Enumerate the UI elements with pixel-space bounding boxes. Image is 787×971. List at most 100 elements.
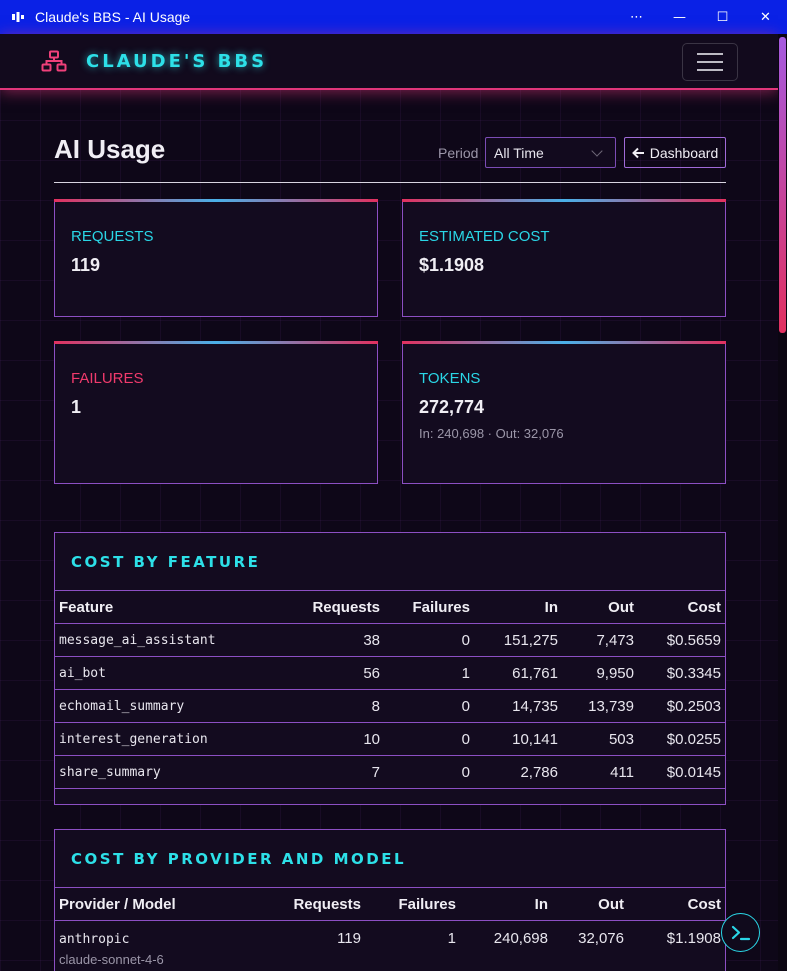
close-button[interactable]: ✕ (744, 0, 787, 34)
failures-cell: 0 (384, 689, 474, 723)
column-header: Requests (280, 590, 384, 624)
cost-cell: $0.2503 (638, 689, 725, 723)
app-icon (11, 11, 25, 23)
table-row: share_summary 7 0 2,786 411 $0.0145 (55, 755, 725, 789)
provider-name: anthropic (59, 932, 130, 947)
column-header: Feature (55, 590, 280, 624)
failures-cell: 0 (384, 755, 474, 789)
column-header: Out (552, 887, 628, 921)
cost-by-provider-title: COST BY PROVIDER AND MODEL (71, 850, 407, 868)
column-header: Provider / Model (55, 887, 265, 921)
table-header-row: Feature Requests Failures In Out Cost (55, 590, 725, 624)
column-header: Cost (628, 887, 725, 921)
in-cell: 61,761 (474, 656, 562, 690)
dashboard-button[interactable]: Dashboard (624, 137, 726, 168)
estimated-cost-label: ESTIMATED COST (419, 228, 550, 245)
failures-cell: 0 (384, 623, 474, 657)
arrow-left-icon (631, 147, 644, 158)
failures-cell: 1 (365, 920, 460, 971)
column-header: Out (562, 590, 638, 624)
table-row: echomail_summary 8 0 14,735 13,739 $0.25… (55, 689, 725, 723)
provider-cell: anthropic claude-sonnet-4-6 (55, 920, 265, 971)
out-cell: 7,473 (562, 623, 638, 657)
header-divider (54, 182, 726, 183)
feature-cell: ai_bot (55, 656, 280, 690)
table-row: message_ai_assistant 38 0 151,275 7,473 … (55, 623, 725, 657)
requests-cell: 8 (280, 689, 384, 723)
network-icon[interactable] (41, 50, 67, 72)
requests-cell: 7 (280, 755, 384, 789)
in-cell: 14,735 (474, 689, 562, 723)
tokens-label: TOKENS (419, 370, 481, 387)
maximize-button[interactable]: ☐ (701, 0, 744, 34)
cost-cell: $1.1908 (628, 920, 725, 971)
more-options-button[interactable]: ⋯ (615, 0, 658, 34)
requests-cell: 119 (265, 920, 365, 971)
cost-by-provider-table: Provider / Model Requests Failures In Ou… (55, 887, 725, 971)
minimize-button[interactable]: — (658, 0, 701, 34)
column-header: In (460, 887, 552, 921)
cost-cell: $0.5659 (638, 623, 725, 657)
chevron-down-icon (591, 145, 603, 157)
table-row: ai_bot 56 1 61,761 9,950 $0.3345 (55, 656, 725, 690)
requests-card: REQUESTS 119 (54, 199, 378, 317)
period-select-value: All Time (494, 144, 544, 161)
feature-cell: echomail_summary (55, 689, 280, 723)
feature-cell: interest_generation (55, 722, 280, 756)
estimated-cost-value: $1.1908 (419, 255, 485, 275)
column-header: Failures (384, 590, 474, 624)
cost-by-feature-title: COST BY FEATURE (71, 553, 261, 571)
failures-label: FAILURES (71, 370, 144, 387)
table-row: anthropic claude-sonnet-4-6 119 1 240,69… (55, 920, 725, 971)
dashboard-button-label: Dashboard (649, 144, 719, 161)
page-scrollbar[interactable] (778, 34, 787, 971)
failures-cell: 0 (384, 722, 474, 756)
app-navbar: CLAUDE'S BBS (0, 34, 778, 90)
column-header: Requests (265, 887, 365, 921)
feature-cell: message_ai_assistant (55, 623, 280, 657)
cost-cell: $0.3345 (638, 656, 725, 690)
out-cell: 13,739 (562, 689, 638, 723)
estimated-cost-card: ESTIMATED COST $1.1908 (402, 199, 726, 317)
tokens-breakdown: In: 240,698 · Out: 32,076 (419, 426, 564, 441)
terminal-icon (731, 925, 750, 940)
failures-cell: 1 (384, 656, 474, 690)
in-cell: 240,698 (460, 920, 552, 971)
window-titlebar: Claude's BBS - AI Usage ⋯ — ☐ ✕ (0, 0, 787, 34)
cost-by-feature-table: Feature Requests Failures In Out Cost me… (55, 590, 725, 789)
feature-cell: share_summary (55, 755, 280, 789)
cost-cell: $0.0145 (638, 755, 725, 789)
table-header-row: Provider / Model Requests Failures In Ou… (55, 887, 725, 921)
in-cell: 2,786 (474, 755, 562, 789)
requests-cell: 38 (280, 623, 384, 657)
out-cell: 411 (562, 755, 638, 789)
window-title: Claude's BBS - AI Usage (35, 9, 191, 25)
out-cell: 503 (562, 722, 638, 756)
requests-value: 119 (71, 255, 101, 275)
cost-by-provider-panel: COST BY PROVIDER AND MODEL Provider / Mo… (54, 829, 726, 971)
cost-cell: $0.0255 (638, 722, 725, 756)
table-row: interest_generation 10 0 10,141 503 $0.0… (55, 722, 725, 756)
terminal-button[interactable] (721, 913, 760, 952)
period-label: Period (438, 145, 479, 161)
tokens-card: TOKENS 272,774 In: 240,698 · Out: 32,076 (402, 341, 726, 484)
period-select[interactable]: All Time (485, 137, 616, 168)
requests-label: REQUESTS (71, 228, 154, 245)
hamburger-icon[interactable] (682, 43, 738, 81)
column-header: Cost (638, 590, 725, 624)
page-title: AI Usage (54, 134, 166, 164)
in-cell: 10,141 (474, 722, 562, 756)
scrollbar-thumb[interactable] (779, 37, 786, 333)
out-cell: 32,076 (552, 920, 628, 971)
requests-cell: 10 (280, 722, 384, 756)
tokens-value: 272,774 (419, 397, 485, 417)
out-cell: 9,950 (562, 656, 638, 690)
column-header: Failures (365, 887, 460, 921)
failures-card: FAILURES 1 (54, 341, 378, 484)
failures-value: 1 (71, 397, 82, 417)
requests-cell: 56 (280, 656, 384, 690)
cost-by-feature-panel: COST BY FEATURE Feature Requests Failure… (54, 532, 726, 805)
brand-name[interactable]: CLAUDE'S BBS (86, 51, 267, 72)
column-header: In (474, 590, 562, 624)
in-cell: 151,275 (474, 623, 562, 657)
